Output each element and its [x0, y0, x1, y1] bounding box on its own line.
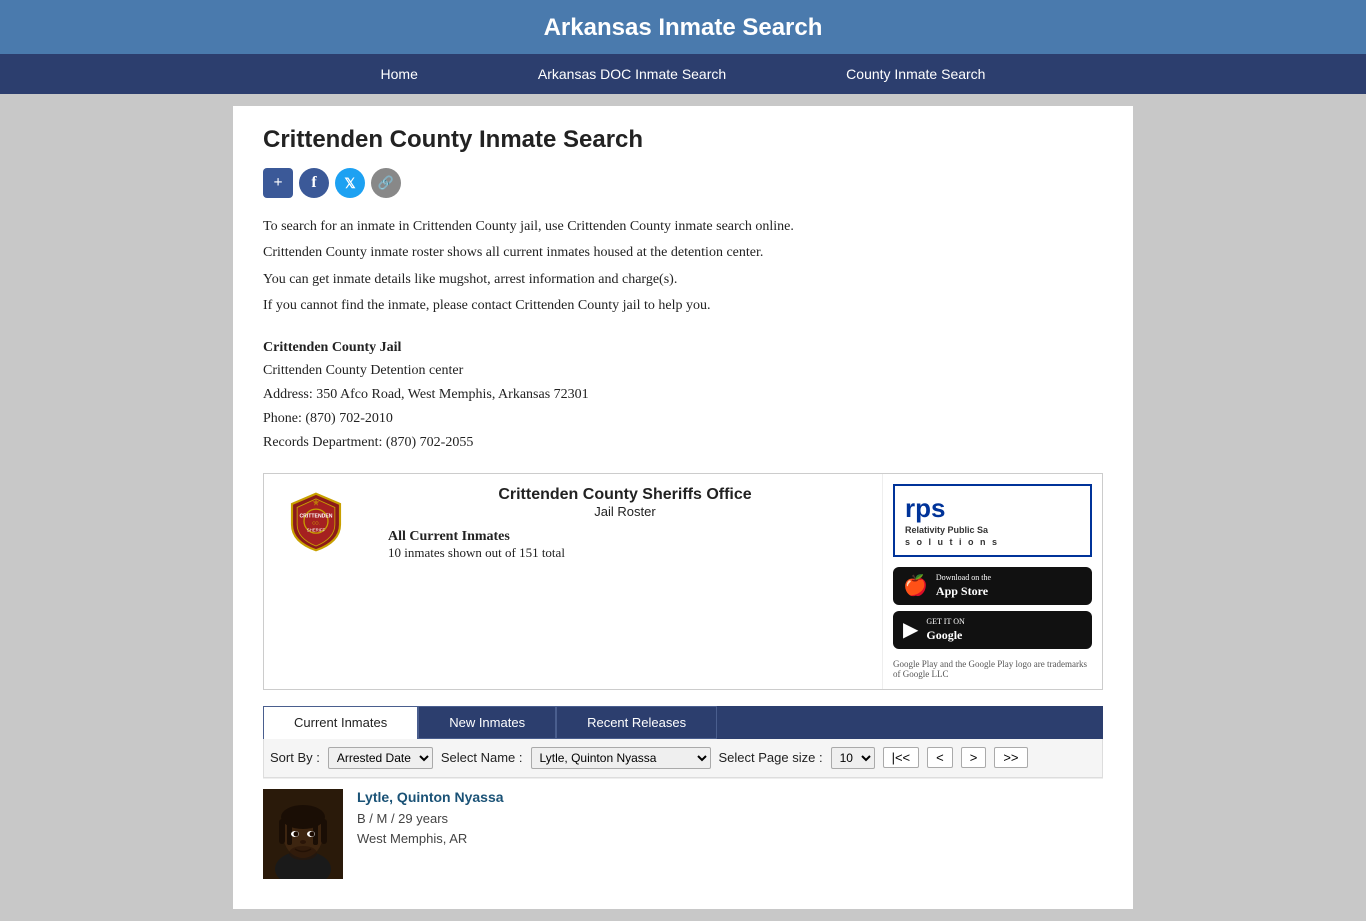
- intro-line-3: You can get inmate details like mugshot,…: [263, 269, 1103, 291]
- google-get-label: GET IT ON: [926, 616, 964, 627]
- roster-office-title: Crittenden County Sheriffs Office: [368, 486, 882, 504]
- svg-text:SHERIFF: SHERIFF: [307, 527, 326, 532]
- name-label: Select Name :: [441, 750, 523, 765]
- jail-records: Records Department: (870) 702-2055: [263, 431, 1103, 455]
- inmate-location: West Memphis, AR: [357, 829, 504, 850]
- google-play-button[interactable]: ▶ GET IT ON Google: [893, 611, 1092, 649]
- tabs-bar: Current Inmates New Inmates Recent Relea…: [263, 706, 1103, 739]
- inmate-race-gender-age: B / M / 29 years: [357, 809, 504, 830]
- rps-tagline-2: s o l u t i o n s: [905, 537, 1080, 549]
- apple-icon: 🍎: [903, 573, 928, 598]
- copy-link-button[interactable]: 🔗: [371, 168, 401, 198]
- inmate-details: Lytle, Quinton Nyassa B / M / 29 years W…: [357, 789, 504, 851]
- svg-text:CRITTENDEN: CRITTENDEN: [299, 513, 332, 519]
- mugshot: [263, 789, 343, 879]
- name-select[interactable]: Lytle, Quinton Nyassa: [531, 747, 711, 769]
- apple-store-name: App Store: [936, 583, 991, 600]
- next-page-button[interactable]: >: [961, 747, 987, 768]
- share-bar: + f 𝕏 🔗: [263, 168, 1103, 198]
- inmate-meta: B / M / 29 years West Memphis, AR: [357, 809, 504, 851]
- sort-label: Sort By :: [270, 750, 320, 765]
- app-disclaimer: Google Play and the Google Play logo are…: [893, 659, 1092, 679]
- prev-page-button[interactable]: <: [927, 747, 953, 768]
- share-button[interactable]: +: [263, 168, 293, 198]
- intro-text: To search for an inmate in Crittenden Co…: [263, 216, 1103, 318]
- inmate-count: All Current Inmates 10 inmates shown out…: [388, 529, 882, 561]
- inmate-card: Lytle, Quinton Nyassa B / M / 29 years W…: [263, 778, 1103, 889]
- content-wrapper: Crittenden County Inmate Search + f 𝕏 🔗 …: [233, 106, 1133, 909]
- jail-phone: Phone: (870) 702-2010: [263, 407, 1103, 431]
- site-title: Arkansas Inmate Search: [544, 14, 823, 41]
- count-detail: 10 inmates shown out of 151 total: [388, 545, 882, 561]
- google-store-name: Google: [926, 627, 964, 644]
- pagesize-select[interactable]: 10 25 50: [831, 747, 875, 769]
- rps-area: rps Relativity Public Sa s o l u t i o n…: [882, 474, 1102, 689]
- first-page-button[interactable]: |<<: [883, 747, 920, 768]
- roster-section: CRITTENDEN CO. SHERIFF Crittenden County…: [263, 473, 1103, 690]
- nav-county[interactable]: County Inmate Search: [786, 54, 1045, 94]
- intro-line-2: Crittenden County inmate roster shows al…: [263, 242, 1103, 264]
- google-icon: ▶: [903, 617, 918, 642]
- tab-new-inmates[interactable]: New Inmates: [418, 706, 556, 739]
- intro-line-1: To search for an inmate in Crittenden Co…: [263, 216, 1103, 238]
- jail-address: Address: 350 Afco Road, West Memphis, Ar…: [263, 383, 1103, 407]
- nav-home[interactable]: Home: [321, 54, 478, 94]
- sheriff-logo: CRITTENDEN CO. SHERIFF: [280, 486, 352, 558]
- page-heading: Crittenden County Inmate Search: [263, 126, 1103, 154]
- last-page-button[interactable]: >>: [994, 747, 1027, 768]
- roster-info: Crittenden County Sheriffs Office Jail R…: [368, 474, 882, 573]
- nav-doc[interactable]: Arkansas DOC Inmate Search: [478, 54, 786, 94]
- tab-recent-releases[interactable]: Recent Releases: [556, 706, 717, 739]
- sort-select[interactable]: Arrested Date Name: [328, 747, 433, 769]
- filter-bar: Sort By : Arrested Date Name Select Name…: [263, 739, 1103, 778]
- inmate-name[interactable]: Lytle, Quinton Nyassa: [357, 789, 504, 805]
- rps-brand: rps: [905, 493, 945, 523]
- main-nav: Home Arkansas DOC Inmate Search County I…: [0, 54, 1366, 94]
- intro-line-4: If you cannot find the inmate, please co…: [263, 295, 1103, 317]
- jail-facility: Crittenden County Detention center: [263, 359, 1103, 383]
- site-header: Arkansas Inmate Search: [0, 0, 1366, 54]
- jail-info: Crittenden County Jail Crittenden County…: [263, 336, 1103, 455]
- roster-subtitle: Jail Roster: [368, 504, 882, 519]
- apple-app-store-button[interactable]: 🍎 Download on the App Store: [893, 567, 1092, 605]
- jail-name: Crittenden County Jail: [263, 336, 1103, 360]
- mugshot-image: [263, 789, 343, 879]
- rps-tagline-1: Relativity Public Sa: [905, 525, 1080, 537]
- mugshot-placeholder: [263, 789, 343, 879]
- apple-download-label: Download on the: [936, 572, 991, 583]
- tab-current-inmates[interactable]: Current Inmates: [263, 706, 418, 739]
- facebook-share-button[interactable]: f: [299, 168, 329, 198]
- pagesize-label: Select Page size :: [719, 750, 823, 765]
- rps-logo: rps Relativity Public Sa s o l u t i o n…: [893, 484, 1092, 557]
- svg-text:CO.: CO.: [312, 520, 320, 525]
- twitter-share-button[interactable]: 𝕏: [335, 168, 365, 198]
- sheriff-shield-icon: CRITTENDEN CO. SHERIFF: [286, 492, 346, 552]
- count-label: All Current Inmates: [388, 529, 882, 545]
